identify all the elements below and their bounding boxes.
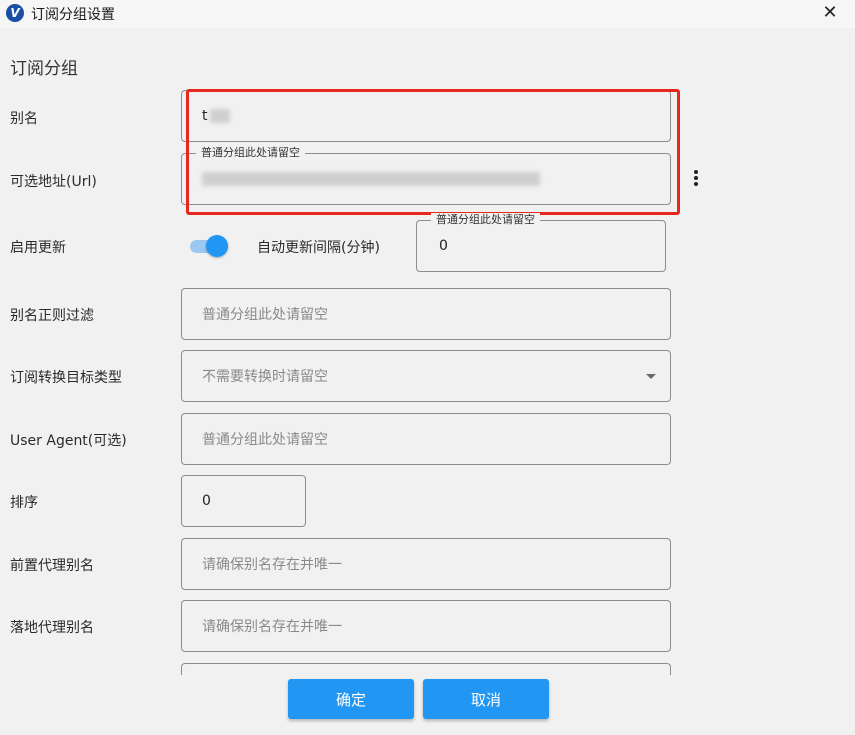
url-label: 可选地址(Url) [10, 174, 97, 190]
window-title: 订阅分组设置 [31, 7, 115, 23]
app-logo-icon: V [6, 4, 24, 22]
redacted-text [209, 109, 230, 123]
update-label: 启用更新 [10, 240, 66, 256]
confirm-button[interactable]: 确定 [288, 679, 414, 719]
user-agent-placeholder: 普通分组此处请留空 [202, 432, 328, 448]
alias-value: t [202, 108, 208, 124]
dialog-content: 订阅分组 别名 t 可选地址(Url) 普通分组此处请留空 启用更新 自动更新间… [0, 28, 855, 735]
sort-label: 排序 [10, 495, 38, 511]
close-button[interactable]: ✕ [819, 2, 841, 24]
convert-target-placeholder: 不需要转换时请留空 [202, 369, 328, 385]
section-title: 订阅分组 [10, 59, 78, 79]
alias-label: 别名 [10, 111, 38, 127]
interval-value: 0 [439, 238, 448, 254]
landing-proxy-label: 落地代理别名 [10, 620, 94, 636]
user-agent-label: User Agent(可选) [10, 433, 127, 449]
sort-value: 0 [202, 493, 211, 509]
alias-filter-input[interactable]: 普通分组此处请留空 [181, 288, 671, 340]
convert-target-label: 订阅转换目标类型 [10, 370, 122, 386]
url-floating-label: 普通分组此处请留空 [196, 146, 305, 160]
more-options-icon[interactable] [690, 168, 702, 190]
alias-filter-placeholder: 普通分组此处请留空 [202, 307, 328, 323]
title-bar: V 订阅分组设置 ✕ [0, 0, 855, 28]
cancel-button[interactable]: 取消 [423, 679, 549, 719]
sort-input[interactable]: 0 [181, 475, 306, 527]
interval-input[interactable]: 普通分组此处请留空 0 [416, 213, 666, 272]
landing-proxy-input[interactable]: 请确保别名存在并唯一 [181, 600, 671, 652]
redacted-url-text [202, 172, 540, 186]
front-proxy-label: 前置代理别名 [10, 558, 94, 574]
front-proxy-input[interactable]: 请确保别名存在并唯一 [181, 538, 671, 590]
convert-target-select[interactable]: 不需要转换时请留空 [181, 350, 671, 402]
interval-floating-label: 普通分组此处请留空 [431, 213, 540, 227]
interval-label: 自动更新间隔(分钟) [257, 240, 380, 256]
url-input[interactable]: 普通分组此处请留空 [181, 146, 671, 205]
enable-update-toggle[interactable] [188, 235, 230, 257]
front-proxy-placeholder: 请确保别名存在并唯一 [202, 557, 342, 573]
alias-input[interactable]: t [181, 90, 671, 142]
partial-field[interactable] [181, 663, 671, 675]
toggle-knob [206, 235, 228, 257]
user-agent-input[interactable]: 普通分组此处请留空 [181, 413, 671, 465]
landing-proxy-placeholder: 请确保别名存在并唯一 [202, 619, 342, 635]
alias-filter-label: 别名正则过滤 [10, 308, 94, 324]
chevron-down-icon [646, 374, 656, 379]
